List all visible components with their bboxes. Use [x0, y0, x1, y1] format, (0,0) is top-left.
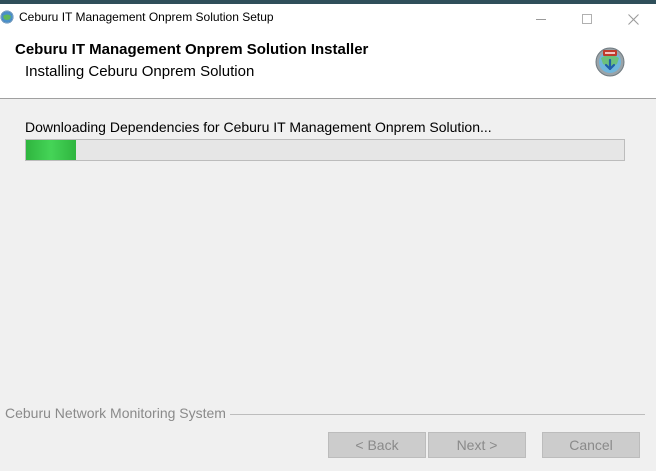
installer-globe-icon: [0, 10, 14, 24]
divider: [229, 413, 645, 415]
status-text: Downloading Dependencies for Ceburu IT M…: [25, 119, 492, 135]
minimize-button[interactable]: [518, 8, 564, 30]
cancel-button[interactable]: Cancel: [542, 432, 640, 458]
brand-label: Ceburu Network Monitoring System: [5, 405, 226, 421]
maximize-icon: [582, 14, 592, 24]
installer-header: Ceburu IT Management Onprem Solution Ins…: [0, 30, 656, 99]
install-package-icon: [595, 47, 625, 77]
progress-fill: [26, 140, 76, 160]
maximize-button[interactable]: [564, 8, 610, 30]
next-button[interactable]: Next >: [428, 432, 526, 458]
branding-row: Ceburu Network Monitoring System: [5, 405, 645, 421]
minimize-icon: [536, 18, 546, 20]
close-icon: [627, 13, 639, 25]
header-subtitle: Installing Ceburu Onprem Solution: [25, 63, 255, 80]
close-button[interactable]: [610, 8, 656, 30]
back-button[interactable]: < Back: [328, 432, 426, 458]
header-title: Ceburu IT Management Onprem Solution Ins…: [15, 41, 369, 58]
progress-bar: [25, 139, 625, 161]
window-title: Ceburu IT Management Onprem Solution Set…: [19, 10, 274, 24]
title-bar: Ceburu IT Management Onprem Solution Set…: [0, 4, 656, 30]
